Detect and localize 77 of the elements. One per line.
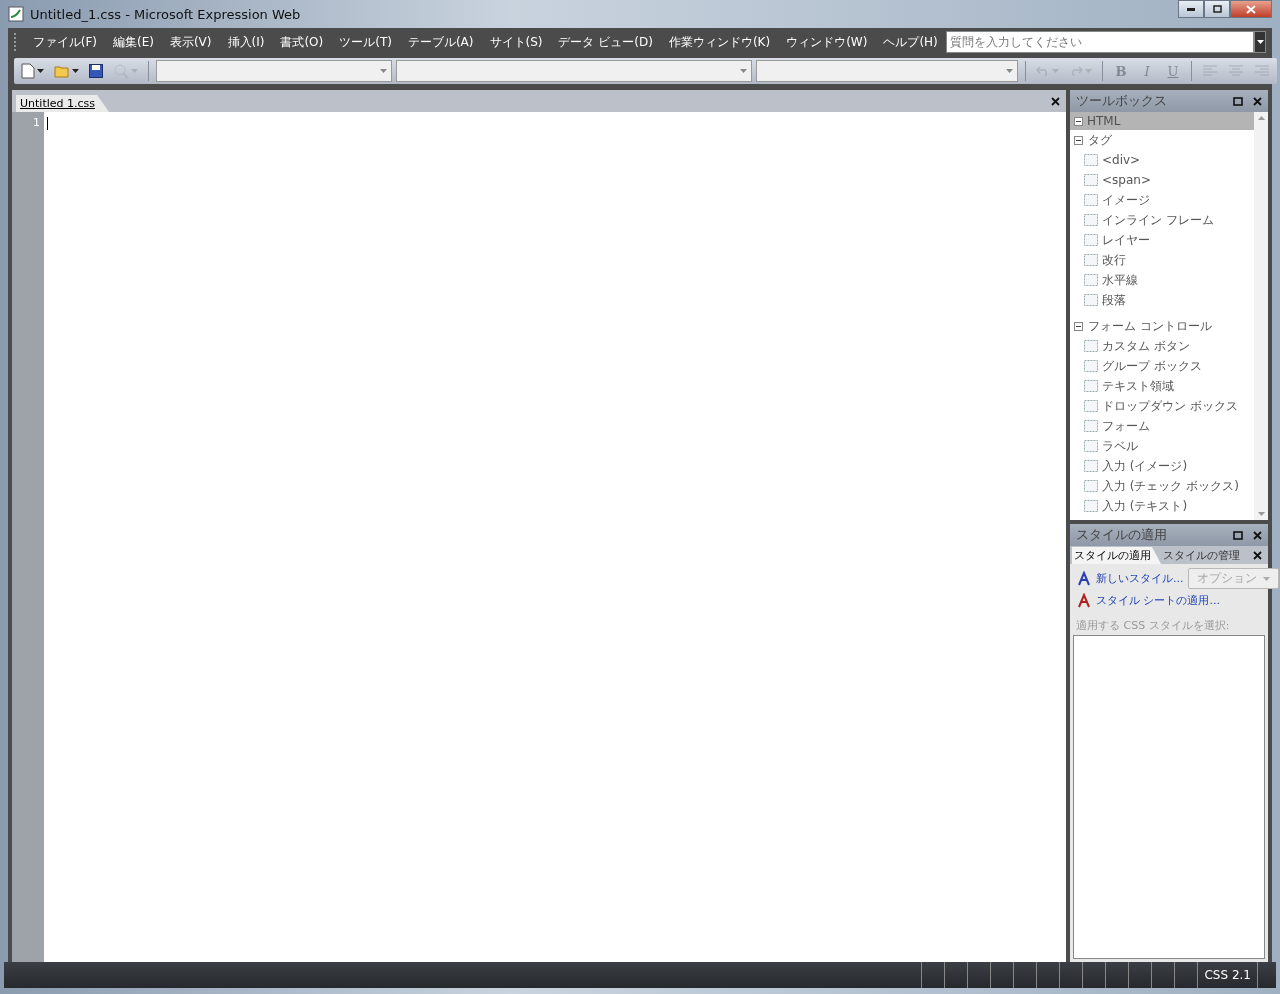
dashed-box-icon (1084, 500, 1098, 512)
close-icon[interactable] (1051, 96, 1060, 106)
menu-item[interactable]: 書式(O) (272, 30, 332, 54)
caret-icon (72, 69, 79, 73)
dashed-box-icon (1084, 214, 1098, 226)
link[interactable]: スタイル シートの適用... (1096, 593, 1220, 608)
blank-page-icon (21, 63, 35, 79)
maximize-button[interactable] (1204, 0, 1230, 18)
dashed-box-icon (1084, 440, 1098, 452)
schema-label: CSS 2.1 (1197, 962, 1258, 988)
maximize-icon[interactable] (1233, 530, 1243, 540)
save-icon (89, 64, 103, 78)
dashed-box-icon (1084, 360, 1098, 372)
menu-item[interactable]: 挿入(I) (219, 30, 273, 54)
scroll-down-icon[interactable] (1257, 512, 1265, 516)
menu-item[interactable]: サイト(S) (481, 30, 551, 54)
redo-icon (1069, 65, 1083, 77)
caret-icon (380, 69, 387, 73)
line-number: 1 (32, 116, 40, 129)
minimize-button[interactable] (1178, 0, 1204, 18)
menu-item[interactable]: ヘルプ(H) (875, 30, 946, 54)
dashed-box-icon (1084, 380, 1098, 392)
close-icon (1246, 4, 1256, 14)
menu-item[interactable]: ウィンドウ(W) (778, 30, 876, 54)
magnifier-icon (113, 63, 129, 79)
menu-item[interactable]: 表示(V) (161, 30, 220, 54)
panel-tab[interactable]: スタイルの適用 (1072, 547, 1161, 564)
link[interactable]: 新しいスタイル... (1096, 571, 1184, 586)
dashed-box-icon (1084, 340, 1098, 352)
panel-title: ツールボックス (1076, 92, 1168, 110)
menu-item[interactable]: テーブル(A) (399, 30, 482, 54)
scroll-up-icon[interactable] (1257, 116, 1265, 120)
dashed-box-icon (1084, 294, 1098, 306)
dashed-box-icon (1084, 420, 1098, 432)
caret-icon (1256, 40, 1264, 44)
dashed-box-icon (1084, 154, 1098, 166)
close-icon[interactable] (1253, 530, 1262, 540)
dashed-box-icon (1084, 460, 1098, 472)
close-icon[interactable] (1253, 96, 1262, 106)
close-icon[interactable] (1253, 550, 1262, 560)
text-cursor (47, 117, 48, 130)
folder-icon (54, 64, 70, 78)
maximize-icon (1212, 5, 1222, 13)
maximize-icon[interactable] (1233, 96, 1243, 106)
close-button[interactable] (1230, 0, 1272, 18)
align-center-icon (1228, 65, 1244, 77)
save-button[interactable] (86, 62, 106, 80)
caret-icon (37, 69, 44, 73)
align-left-icon (1202, 65, 1218, 77)
dropdown-button[interactable] (1254, 31, 1266, 53)
letter-a-icon (1076, 571, 1092, 586)
menu-item[interactable]: 編集(E) (104, 30, 162, 54)
dashed-box-icon (1084, 174, 1098, 186)
window-title: Untitled_1.css - Microsoft Expression Web (30, 6, 301, 22)
menu-item[interactable]: データ ビュー(D) (550, 30, 661, 54)
caret-icon (740, 69, 747, 73)
caret-icon (1262, 576, 1270, 581)
prompt-label: 適用する CSS スタイルを選択: (1075, 618, 1231, 634)
dashed-box-icon (1084, 274, 1098, 286)
new-button[interactable] (18, 61, 47, 81)
menu-item[interactable]: ツール(T) (331, 30, 400, 54)
help-search-field[interactable]: 質問を入力してください (945, 31, 1254, 53)
stylesheet-icon (1076, 593, 1092, 608)
align-right-icon (1254, 65, 1270, 77)
panel-title: スタイルの適用 (1076, 526, 1168, 544)
dashed-box-icon (1084, 254, 1098, 266)
document-tab[interactable]: Untitled 1.css (16, 95, 109, 112)
minimize-icon (1187, 7, 1195, 11)
dashed-box-icon (1084, 400, 1098, 412)
undo-icon (1036, 65, 1050, 77)
menu-item[interactable]: ファイル(F) (24, 30, 105, 54)
dashed-box-icon (1084, 234, 1098, 246)
dashed-box-icon (1084, 480, 1098, 492)
caret-icon (1006, 69, 1013, 73)
dashed-box-icon (1084, 194, 1098, 206)
menu-item[interactable]: 作業ウィンドウ(K) (660, 30, 779, 54)
app-icon (8, 6, 24, 22)
